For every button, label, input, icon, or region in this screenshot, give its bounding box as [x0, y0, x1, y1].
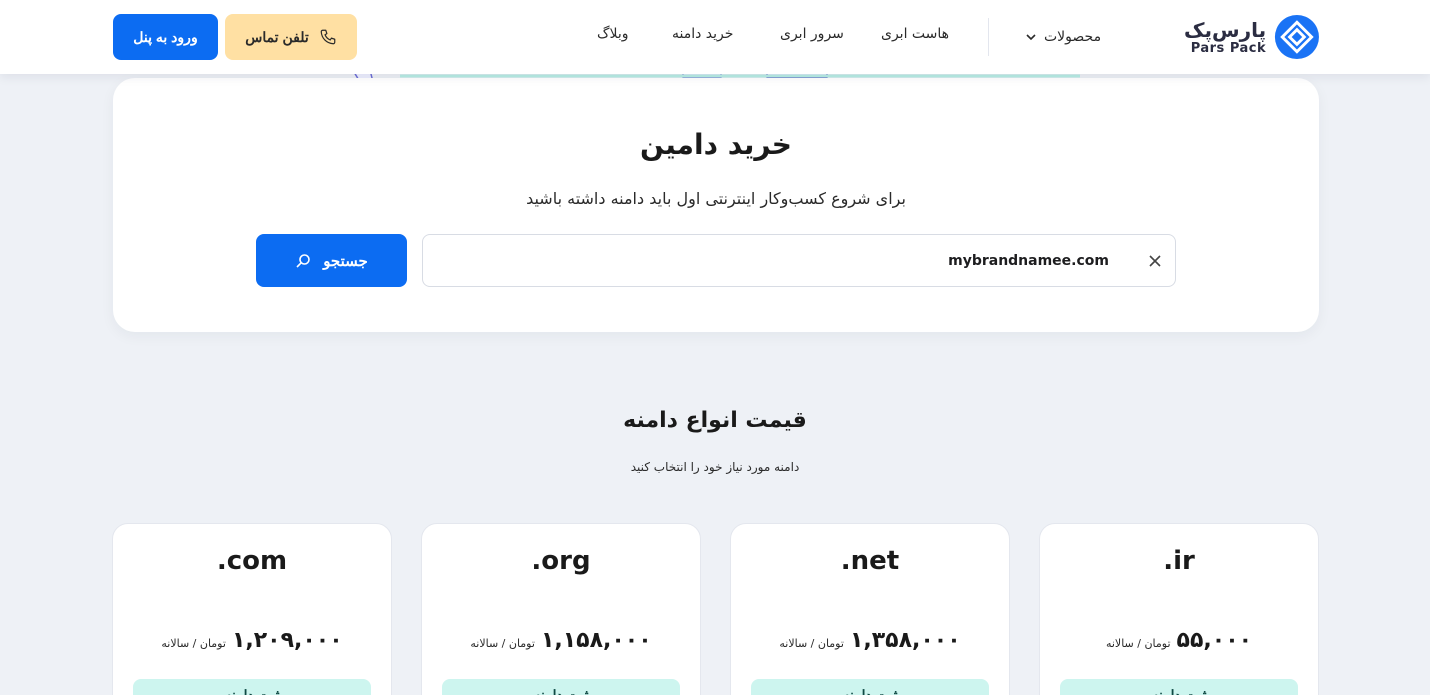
login-button[interactable]: ورود به پنل — [113, 14, 218, 60]
domain-card-com: .com ۱,۲۰۹,۰۰۰ تومان / سالانه ثبت دامنه — [112, 523, 392, 695]
close-icon — [1149, 255, 1161, 267]
site-header: پارس‌پک Pars Pack محصولات هاست ابری سرور… — [0, 0, 1430, 74]
prices-section-title: قیمت انواع دامنه — [623, 408, 807, 433]
phone-button[interactable]: تلفن تماس — [225, 14, 357, 60]
nav-products-label: محصولات — [1044, 29, 1102, 45]
search-icon — [296, 253, 310, 268]
domain-search-card: خرید دامین برای شروع کسب‌وکار اینترنتی ا… — [113, 78, 1319, 332]
nav-products[interactable]: محصولات — [1024, 26, 1101, 48]
logo-diamond-icon — [1275, 14, 1320, 60]
nav-divider — [988, 18, 989, 56]
logo-text-en: Pars Pack — [1190, 40, 1267, 56]
domain-card-unit: تومان / سالانه — [1105, 637, 1171, 650]
logo-text-fa: پارس‌پک — [1184, 17, 1267, 42]
register-domain-button[interactable]: ثبت دامنه — [442, 679, 680, 695]
page-title: خرید دامین — [640, 128, 792, 161]
nav-buy-domain[interactable]: خرید دامنه — [672, 26, 733, 48]
phone-icon — [320, 29, 336, 45]
nav-blog[interactable]: وبلاگ — [597, 26, 629, 48]
domain-card-ir: .ir ۵۵,۰۰۰ تومان / سالانه ثبت دامنه — [1039, 523, 1319, 695]
page-subtitle: برای شروع کسب‌وکار اینترنتی اول باید دام… — [526, 189, 906, 208]
nav-cloud-host[interactable]: هاست ابری — [881, 26, 949, 48]
domain-card-tld: .net — [840, 546, 900, 576]
domain-card-price: ۵۵,۰۰۰ — [1176, 628, 1253, 653]
phone-button-label: تلفن تماس — [245, 28, 309, 45]
register-domain-button[interactable]: ثبت دامنه — [751, 679, 989, 695]
domain-card-price: ۱,۱۵۸,۰۰۰ — [540, 628, 652, 653]
register-domain-button[interactable]: ثبت دامنه — [133, 679, 371, 695]
nav-cloud-server[interactable]: سرور ابری — [780, 26, 844, 48]
domain-card-unit: تومان / سالانه — [779, 637, 844, 650]
domain-card-net: .net ۱,۳۵۸,۰۰۰ تومان / سالانه ثبت دامنه — [730, 523, 1010, 695]
prices-section-subtitle: دامنه مورد نیاز خود را انتخاب کنید — [630, 460, 800, 474]
domain-card-org: .org ۱,۱۵۸,۰۰۰ تومان / سالانه ثبت دامنه — [421, 523, 701, 695]
search-button[interactable]: جستجو — [256, 234, 407, 287]
domain-card-price: ۱,۳۵۸,۰۰۰ — [849, 628, 961, 653]
domain-card-tld: .ir — [1163, 546, 1195, 576]
domain-search-field — [422, 234, 1176, 287]
domain-search-input[interactable] — [423, 235, 1133, 286]
parspack-logo[interactable]: پارس‌پک Pars Pack — [1184, 12, 1320, 62]
domain-card-unit: تومان / سالانه — [470, 637, 535, 650]
domain-card-tld: .org — [531, 546, 591, 576]
clear-search-button[interactable] — [1145, 251, 1165, 271]
domain-card-price: ۱,۲۰۹,۰۰۰ — [231, 628, 343, 653]
chevron-down-icon — [1026, 34, 1036, 41]
search-button-label: جستجو — [323, 252, 368, 270]
domain-card-unit: تومان / سالانه — [161, 637, 226, 650]
register-domain-button[interactable]: ثبت دامنه — [1060, 679, 1298, 695]
domain-card-tld: .com — [216, 546, 288, 576]
